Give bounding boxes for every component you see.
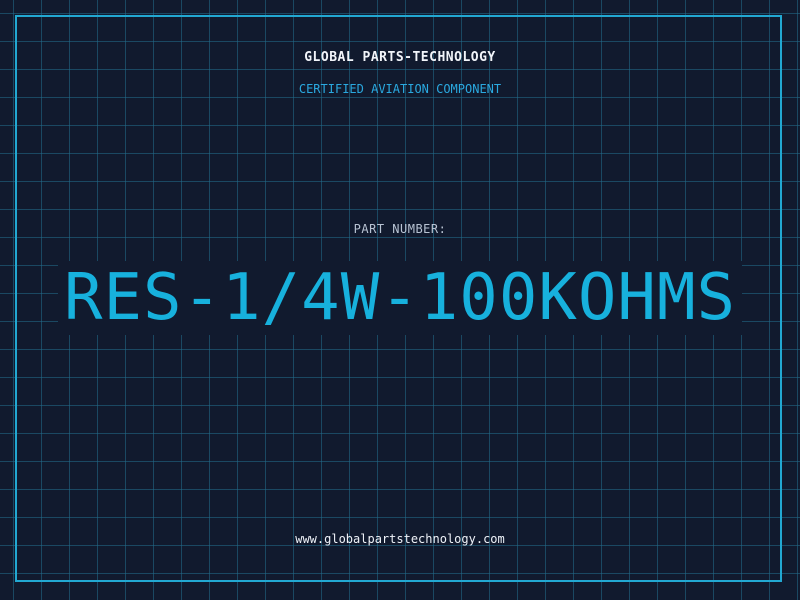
website-url: www.globalpartstechnology.com xyxy=(295,532,505,546)
brand-name: GLOBAL PARTS-TECHNOLOGY xyxy=(304,50,496,65)
tagline: CERTIFIED AVIATION COMPONENT xyxy=(298,82,502,96)
part-number-value-container: RES-1/4W-100KOHMS xyxy=(0,258,800,338)
label-canvas: GLOBAL PARTS-TECHNOLOGY CERTIFIED AVIATI… xyxy=(0,0,800,600)
part-number-label: PART NUMBER: xyxy=(353,222,447,236)
part-number-value: RES-1/4W-100KOHMS xyxy=(57,261,743,335)
